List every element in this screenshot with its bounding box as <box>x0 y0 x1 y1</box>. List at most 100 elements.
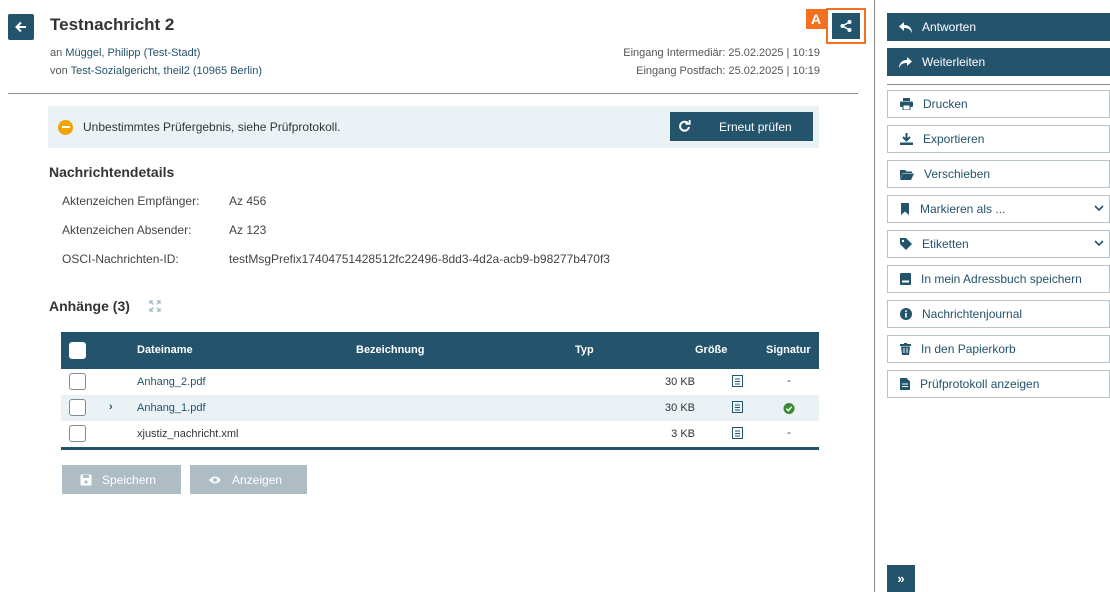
journal-button[interactable]: Nachrichtenjournal <box>887 300 1110 328</box>
annotation-badge: A <box>806 9 826 29</box>
share-button[interactable] <box>832 13 860 39</box>
print-label: Drucken <box>923 97 968 111</box>
move-button[interactable]: Verschieben <box>887 160 1110 188</box>
detail-label: Aktenzeichen Empfänger: <box>62 194 200 208</box>
recheck-button[interactable]: Erneut prüfen <box>670 112 813 141</box>
table-header: Dateiname Bezeichnung Typ Größe Signatur <box>61 332 819 369</box>
collapse-panel-button[interactable]: » <box>887 565 915 592</box>
bookmark-icon <box>901 203 909 215</box>
details-heading: Nachrichtendetails <box>49 164 175 180</box>
column-header-size[interactable]: Größe <box>695 344 727 356</box>
double-chevron-right-icon: » <box>897 571 905 586</box>
warning-icon <box>58 119 73 135</box>
trash-icon <box>900 343 911 355</box>
move-label: Verschieben <box>924 167 991 181</box>
file-icon <box>900 378 910 390</box>
detail-value: testMsgPrefix17404751428512fc22496-8dd3-… <box>229 252 610 266</box>
recipient-link[interactable]: Müggel, Philipp (Test-Stadt) <box>65 47 200 59</box>
panel-separator <box>887 84 1110 85</box>
sender-link[interactable]: Test-Sozialgericht, theil2 (10965 Berlin… <box>71 65 262 77</box>
attachment-size: 30 KB <box>665 402 695 414</box>
download-icon <box>900 133 913 145</box>
labels-dropdown[interactable]: Etiketten <box>887 230 1110 258</box>
share-icon <box>840 20 852 32</box>
floppy-icon <box>80 474 92 485</box>
mark-as-dropdown[interactable]: Markieren als ... <box>887 195 1110 223</box>
recheck-label: Erneut prüfen <box>719 119 792 134</box>
detail-value: Az 123 <box>229 223 267 237</box>
from-prefix: von <box>50 65 68 77</box>
detail-row: OSCI-Nachrichten-ID: testMsgPrefix1740475… <box>62 252 610 266</box>
printer-icon <box>900 98 913 110</box>
chevron-down-icon <box>1094 240 1104 247</box>
reply-button[interactable]: Antworten <box>887 13 1110 41</box>
forward-label: Weiterleiten <box>922 55 986 69</box>
save-label: Speichern <box>102 472 157 487</box>
refresh-icon <box>679 120 691 132</box>
attachment-size: 30 KB <box>665 376 695 388</box>
eye-icon <box>209 476 221 483</box>
labels-label: Etiketten <box>922 237 969 251</box>
chevron-right-icon[interactable]: › <box>109 401 113 413</box>
save-to-addressbook-button[interactable]: In mein Adressbuch speichern <box>887 265 1110 293</box>
message-title: Testnachricht 2 <box>50 15 175 34</box>
reply-icon <box>899 21 912 33</box>
address-book-icon <box>900 273 911 285</box>
attachment-name[interactable]: Anhang_2.pdf <box>137 376 206 388</box>
forward-icon <box>899 56 912 68</box>
detail-row: Aktenzeichen Absender: Az 123 <box>62 223 266 237</box>
folder-icon <box>900 169 914 180</box>
forward-button[interactable]: Weiterleiten <box>887 48 1110 76</box>
column-header-signature[interactable]: Signatur <box>766 344 811 356</box>
save-button[interactable]: Speichern <box>62 465 181 494</box>
table-row[interactable]: Anhang_2.pdf 30 KB - <box>61 369 819 395</box>
reply-label: Antworten <box>922 20 977 34</box>
arrow-left-icon <box>15 21 26 33</box>
detail-label: Aktenzeichen Absender: <box>62 223 192 237</box>
column-header-description[interactable]: Bezeichnung <box>356 344 424 356</box>
check-circle-icon <box>783 403 795 414</box>
show-protocol-label: Prüfprotokoll anzeigen <box>920 377 1040 391</box>
attachment-size: 3 KB <box>671 428 695 440</box>
expand-icon[interactable] <box>149 300 161 312</box>
document-icon <box>732 375 743 387</box>
attachments-table: Dateiname Bezeichnung Typ Größe Signatur… <box>61 332 819 450</box>
document-icon <box>732 427 743 439</box>
signature-status: - <box>787 427 791 439</box>
back-button[interactable] <box>8 14 34 40</box>
attachments-heading: Anhänge (3) <box>49 298 130 314</box>
table-row[interactable]: › Anhang_1.pdf 30 KB <box>61 395 819 421</box>
export-button[interactable]: Exportieren <box>887 125 1110 153</box>
trash-button[interactable]: In den Papierkorb <box>887 335 1110 363</box>
column-header-filename[interactable]: Dateiname <box>137 344 193 356</box>
verification-status-text: Unbestimmtes Prüfergebnis, siehe Prüfpro… <box>83 120 341 134</box>
message-view: Testnachricht 2 an Müggel, Philipp (Test… <box>0 0 1110 592</box>
info-icon <box>900 308 912 320</box>
trash-label: In den Papierkorb <box>921 342 1016 356</box>
select-all-checkbox[interactable] <box>69 342 86 359</box>
header-divider <box>8 93 858 94</box>
view-button[interactable]: Anzeigen <box>190 465 307 494</box>
detail-value: Az 456 <box>229 194 267 208</box>
show-protocol-button[interactable]: Prüfprotokoll anzeigen <box>887 370 1110 398</box>
table-row[interactable]: xjustiz_nachricht.xml 3 KB - <box>61 421 819 447</box>
row-checkbox[interactable] <box>69 399 86 416</box>
print-button[interactable]: Drucken <box>887 90 1110 118</box>
detail-row: Aktenzeichen Empfänger: Az 456 <box>62 194 266 208</box>
column-header-type[interactable]: Typ <box>575 344 594 356</box>
received-intermediary: Eingang Intermediär: 25.02.2025 | 10:19 <box>623 47 820 59</box>
attachment-name[interactable]: Anhang_1.pdf <box>137 402 206 414</box>
panel-divider <box>874 0 875 592</box>
tag-icon <box>900 238 912 250</box>
attachment-name[interactable]: xjustiz_nachricht.xml <box>137 428 238 440</box>
signature-status: - <box>787 375 791 387</box>
row-checkbox[interactable] <box>69 373 86 390</box>
mark-as-label: Markieren als ... <box>920 202 1006 216</box>
export-label: Exportieren <box>923 132 985 146</box>
document-icon <box>732 401 743 413</box>
row-checkbox[interactable] <box>69 425 86 442</box>
save-to-addressbook-label: In mein Adressbuch speichern <box>921 272 1082 286</box>
chevron-down-icon <box>1094 205 1104 212</box>
to-prefix: an <box>50 47 63 59</box>
message-participants: an Müggel, Philipp (Test-Stadt) von Test… <box>50 44 262 80</box>
